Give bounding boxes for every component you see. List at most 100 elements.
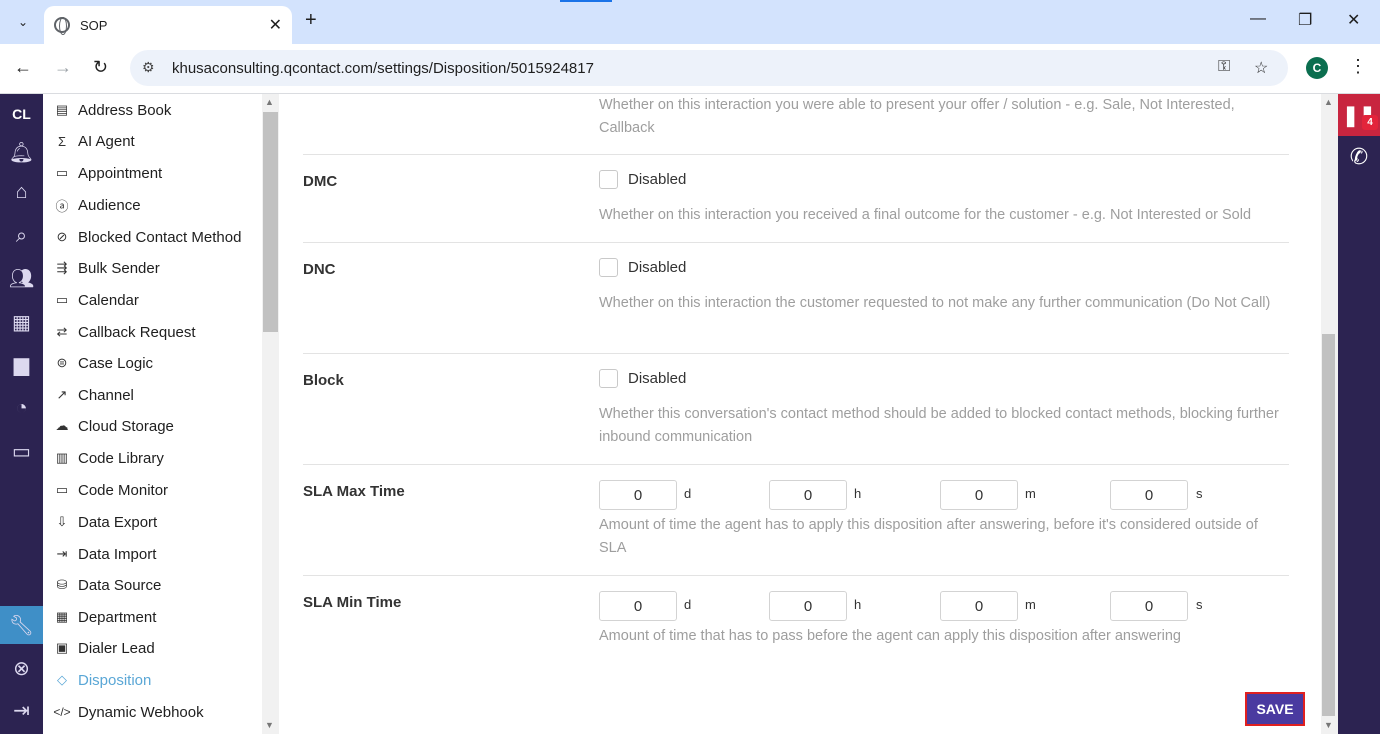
sla-min-hours-input[interactable]: 0 [769, 591, 847, 621]
tab-search-chevron-icon[interactable]: ⌄ [10, 9, 36, 35]
restore-icon[interactable]: ❐ [1298, 10, 1312, 30]
dnc-checkbox-label: Disabled [628, 259, 687, 276]
tab-close-icon[interactable]: ✕ [269, 15, 282, 35]
sidebar-item-cloud-storage[interactable]: ☁ Cloud Storage [53, 414, 174, 438]
save-button[interactable]: SAVE [1245, 692, 1305, 726]
sidebar-item-address-book[interactable]: ▤ Address Book [53, 98, 172, 122]
window-close-icon[interactable]: ✕ [1347, 10, 1360, 30]
unit-hours: h [854, 486, 862, 501]
unit-days: d [684, 486, 692, 501]
sidebar-item-label: Audience [78, 196, 141, 214]
unit-seconds: s [1196, 597, 1203, 612]
scroll-up-arrow-icon[interactable]: ▲ [1324, 97, 1333, 107]
sla-max-hours-input[interactable]: 0 [769, 480, 847, 510]
sidebar-item-label: Data Export [78, 513, 158, 531]
monitor-icon[interactable]: ▭ [0, 435, 43, 467]
sidebar-item-code-monitor[interactable]: ▭ Code Monitor [53, 478, 168, 502]
external-link-icon: ↗ [56, 387, 68, 402]
url-text: khusaconsulting.qcontact.com/settings/Di… [172, 59, 594, 77]
download-icon: ⇩ [56, 514, 68, 529]
sidebar-item-audience[interactable]: ⓐ Audience [53, 193, 141, 217]
scroll-down-arrow-icon[interactable]: ▼ [1324, 720, 1333, 730]
divider [303, 154, 1289, 155]
sidebar-item-ai-agent[interactable]: Σ AI Agent [53, 129, 135, 153]
sidebar-item-data-import[interactable]: ⇥ Data Import [53, 542, 157, 566]
sidebar-item-label: Cloud Storage [78, 417, 174, 435]
sidebar-item-dialer-lead[interactable]: ▣ Dialer Lead [53, 636, 155, 660]
sidebar-item-data-export[interactable]: ⇩ Data Export [53, 510, 158, 534]
sla-min-days-input[interactable]: 0 [599, 591, 677, 621]
wrench-icon[interactable]: 🔧︎ [0, 606, 43, 644]
password-key-icon[interactable]: ⚿ [1218, 58, 1230, 76]
dmc-checkbox[interactable] [599, 170, 618, 189]
pie-chart-icon[interactable]: ◔ [0, 392, 43, 424]
search-icon[interactable]: ⌕ [0, 220, 43, 252]
forward-icon[interactable]: → [54, 57, 72, 78]
import-icon: ⇥ [56, 546, 68, 561]
back-icon[interactable]: ← [14, 57, 32, 78]
reload-icon[interactable]: ↻ [93, 57, 108, 78]
minimize-icon[interactable]: — [1250, 10, 1266, 28]
address-book-icon: ▤ [55, 102, 69, 117]
softphone-bar [1338, 94, 1380, 734]
divider [303, 353, 1289, 354]
sidebar-item-case-logic[interactable]: ⊜ Case Logic [53, 351, 154, 375]
sidebar-item-disposition[interactable]: ◇ Disposition [53, 668, 151, 692]
audience-icon: ⓐ [55, 198, 69, 214]
building-icon[interactable]: ▦ [0, 306, 43, 338]
sidebar-item-code-library[interactable]: ▥ Code Library [53, 446, 164, 470]
field-label-dmc: DMC [303, 173, 338, 190]
sidebar-item-label: Disposition [78, 671, 152, 689]
sla-min-seconds-input[interactable]: 0 [1110, 591, 1188, 621]
building-icon: ▦ [55, 609, 69, 624]
logout-icon[interactable]: ⇥ [0, 694, 43, 726]
phone-icon[interactable]: ✆ [1338, 140, 1380, 174]
contact-card-icon: ▣ [55, 640, 69, 655]
sidebar-item-data-source[interactable]: ⛁ Data Source [53, 573, 162, 597]
browser-tab-bar: ⌄ SOP ✕ + — ❐ ✕ [0, 0, 1380, 44]
field-label-block: Block [303, 372, 344, 389]
scroll-up-arrow-icon[interactable]: ▲ [265, 97, 274, 107]
new-tab-icon[interactable]: + [305, 9, 317, 31]
sidebar-item-department[interactable]: ▦ Department [53, 605, 157, 629]
users-icon[interactable]: 👥︎ [0, 262, 43, 294]
briefcase-icon[interactable]: ▆ [0, 348, 43, 380]
sidebar-item-label: Dynamic Webhook [78, 703, 204, 721]
database-icon: ⛁ [56, 577, 68, 592]
sidebar-item-label: Dialer Lead [78, 639, 155, 657]
sidebar-item-label: Address Book [78, 101, 172, 119]
main-scrollbar-thumb[interactable] [1322, 334, 1335, 716]
sidebar-item-label: Channel [78, 386, 134, 404]
sidebar-item-appointment[interactable]: ▭ Appointment [53, 161, 162, 185]
home-icon[interactable]: ⌂ [0, 176, 43, 208]
lifebuoy-icon[interactable]: ⊗ [0, 652, 43, 684]
sidebar-item-label: Calendar [78, 291, 139, 309]
browser-tab[interactable]: SOP ✕ [44, 6, 292, 44]
cloud-icon: ☁ [55, 418, 69, 433]
sla-max-days-input[interactable]: 0 [599, 480, 677, 510]
scroll-down-arrow-icon[interactable]: ▼ [265, 720, 274, 730]
dmc-description: Whether on this interaction you received… [599, 207, 1252, 223]
sidebar-scrollbar-thumb[interactable] [263, 112, 278, 332]
sidebar-item-label: Bulk Sender [78, 259, 160, 277]
sidebar-item-callback-request[interactable]: ⇄ Callback Request [53, 320, 196, 344]
site-settings-icon[interactable]: ⚙ [142, 59, 155, 76]
dnc-description: Whether on this interaction the customer… [599, 295, 1271, 311]
sla-max-minutes-input[interactable]: 0 [940, 480, 1018, 510]
bookmark-star-icon[interactable]: ☆ [1254, 58, 1268, 78]
block-checkbox[interactable] [599, 369, 618, 388]
address-bar[interactable]: ⚙ khusaconsulting.qcontact.com/settings/… [130, 50, 1288, 86]
sidebar-item-bulk-sender[interactable]: ⇶ Bulk Sender [53, 256, 160, 280]
sla-min-minutes-input[interactable]: 0 [940, 591, 1018, 621]
profile-avatar[interactable]: C [1306, 57, 1328, 79]
sla-max-seconds-input[interactable]: 0 [1110, 480, 1188, 510]
monitor-icon: ▭ [55, 482, 69, 497]
calendar-icon: ▭ [55, 165, 69, 180]
browser-menu-icon[interactable]: ⋮ [1349, 56, 1367, 77]
sidebar-item-blocked-contact-method[interactable]: ⊘ Blocked Contact Method [53, 225, 242, 249]
sidebar-item-dynamic-webhook[interactable]: </> Dynamic Webhook [53, 700, 204, 724]
sidebar-item-channel[interactable]: ↗ Channel [53, 383, 134, 407]
sidebar-item-calendar[interactable]: ▭ Calendar [53, 288, 139, 312]
dnc-checkbox[interactable] [599, 258, 618, 277]
bell-icon[interactable]: 🔔︎ [0, 136, 43, 168]
